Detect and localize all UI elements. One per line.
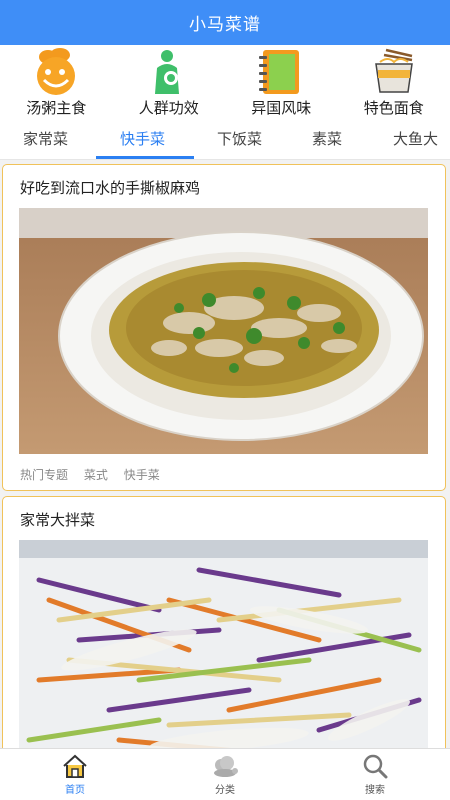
tab-vegetarian[interactable]: 素菜 <box>312 120 342 159</box>
tab-home-style[interactable]: 家常菜 <box>23 120 68 159</box>
recipe-title: 家常大拌菜 <box>20 511 96 529</box>
noodle-cup-icon <box>374 48 413 93</box>
recipe-photo[interactable] <box>19 540 428 748</box>
salad-dish-photo <box>19 540 428 748</box>
home-icon <box>63 754 87 778</box>
app-title-bar: 小马菜谱 <box>0 0 450 45</box>
recipe-card[interactable]: 好吃到流口水的手撕椒麻鸡 热门专题 菜式 快手菜 <box>2 164 446 491</box>
recipe-card[interactable]: 家常大拌菜 <box>2 496 446 748</box>
category-label: 人群功效 <box>138 99 199 117</box>
tab-quick[interactable]: 快手菜 <box>120 120 165 159</box>
nav-label: 首页 <box>65 785 85 796</box>
recipe-title: 好吃到流口水的手撕椒麻鸡 <box>20 179 201 197</box>
tag[interactable]: 菜式 <box>84 468 108 482</box>
tab-feast[interactable]: 大鱼大 <box>393 120 438 159</box>
nav-category[interactable]: 分类 <box>150 749 300 800</box>
tag[interactable]: 快手菜 <box>124 468 160 482</box>
active-tab-indicator <box>96 156 194 159</box>
category-noodles[interactable]: 特色面食 <box>338 45 450 120</box>
recipe-tags: 热门专题 菜式 快手菜 <box>20 466 172 483</box>
nav-label: 分类 <box>215 785 235 796</box>
search-icon <box>363 754 388 779</box>
category-label: 特色面食 <box>363 99 424 117</box>
tab-rice-companion[interactable]: 下饭菜 <box>217 120 262 159</box>
chicken-dish-photo <box>19 208 428 454</box>
category-foreign-flavor[interactable]: 异国风味 <box>225 45 338 120</box>
category-icon <box>214 756 238 777</box>
tag[interactable]: 热门专题 <box>20 468 68 482</box>
category-soup-staple[interactable]: 汤粥主食 <box>0 45 113 120</box>
notebook-icon <box>259 50 300 94</box>
app-title: 小马菜谱 <box>189 15 261 35</box>
nav-label: 搜索 <box>365 785 385 796</box>
mother-baby-icon <box>154 50 179 94</box>
category-crowd-effect[interactable]: 人群功效 <box>113 45 226 120</box>
smiling-bowl-icon <box>37 48 76 95</box>
category-label: 汤粥主食 <box>26 99 87 117</box>
category-shortcuts: 汤粥主食 人群功效 异国风味 特色面食 <box>0 45 450 120</box>
recipe-photo[interactable] <box>19 208 428 454</box>
nav-home[interactable]: 首页 <box>0 749 150 800</box>
category-label: 异国风味 <box>251 99 312 117</box>
nav-search[interactable]: 搜索 <box>300 749 450 800</box>
recipe-tabs: 家常菜 快手菜 下饭菜 素菜 大鱼大 <box>0 120 450 160</box>
bottom-navigation: 首页 分类 搜索 <box>0 748 450 800</box>
recipe-feed[interactable]: 好吃到流口水的手撕椒麻鸡 热门专题 菜式 快手菜 家常大拌菜 <box>0 160 450 748</box>
